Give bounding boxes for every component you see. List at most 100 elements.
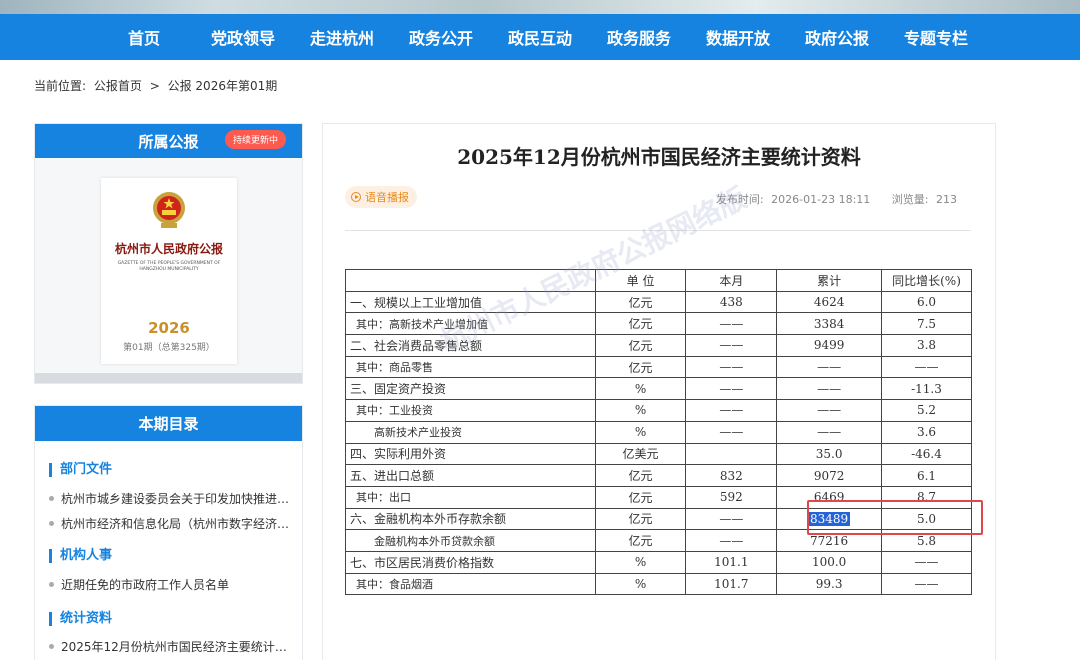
table-cell-unit: 亿元 bbox=[594, 529, 687, 552]
nav-item[interactable]: 政府公报 bbox=[788, 25, 887, 49]
table-cell-label: 七、市区居民消费价格指数 bbox=[345, 550, 596, 574]
table-row: 其中：高新技术产业增加值 亿元 —— 3384 7.5 bbox=[345, 312, 972, 336]
cover-shelf bbox=[35, 373, 302, 383]
table-cell-yoy: 3.6 bbox=[881, 420, 972, 444]
article-meta: 发布时间: 2026-01-23 18:11 浏览量: 213 bbox=[698, 191, 957, 207]
highlight-box bbox=[807, 500, 983, 535]
table-cell-month: 832 bbox=[685, 464, 778, 487]
views-count: 213 bbox=[936, 193, 957, 206]
breadcrumb: 当前位置: 公报首页 > 公报 2026年第01期 bbox=[34, 77, 281, 94]
column-header bbox=[345, 269, 596, 292]
table-cell-label: 二、社会消费品零售总额 bbox=[345, 334, 596, 357]
table-cell-month: 101.1 bbox=[685, 550, 778, 574]
gazette-cover[interactable]: 杭州市人民政府公报 GAZETTE OF THE PEOPLE'S GOVERN… bbox=[101, 178, 237, 364]
toc-item[interactable]: 2025年12月份杭州市国民经济主要统计资料 bbox=[49, 638, 294, 655]
table-cell-yoy: 3.8 bbox=[881, 334, 972, 357]
play-icon bbox=[351, 192, 361, 202]
table-cell-month: —— bbox=[685, 377, 778, 401]
cover-issue: 第01期（总第325期） bbox=[123, 343, 215, 353]
column-header: 同比增长(%) bbox=[881, 269, 972, 292]
table-cell-month: —— bbox=[685, 399, 778, 422]
table-cell-month: 438 bbox=[685, 290, 778, 314]
nav-item[interactable]: 政民互动 bbox=[491, 25, 590, 49]
nav-item[interactable]: 首页 bbox=[95, 25, 194, 49]
table-cell-month: —— bbox=[685, 334, 778, 357]
voice-broadcast-label: 语音播报 bbox=[365, 191, 409, 204]
breadcrumb-home-link[interactable]: 公报首页 bbox=[94, 79, 142, 93]
table-cell-unit: 亿元 bbox=[594, 507, 687, 531]
table-row: 高新技术产业投资% —— —— 3.6 bbox=[345, 420, 972, 444]
nav-item[interactable]: 政务公开 bbox=[392, 25, 491, 49]
table-row: 三、固定资产投资% —— —— -11.3 bbox=[345, 377, 972, 401]
table-cell-month: —— bbox=[685, 507, 778, 531]
top-banner-strip bbox=[0, 0, 1080, 14]
breadcrumb-current: 公报 2026年第01期 bbox=[167, 79, 278, 93]
toc-item[interactable]: 杭州市经济和信息化局（杭州市数字经济局）关于印发的通知 bbox=[49, 515, 294, 532]
nav-item[interactable]: 专题专栏 bbox=[887, 25, 986, 49]
table-cell-month bbox=[685, 442, 778, 466]
table-cell-unit: % bbox=[594, 420, 687, 444]
table-cell-cum: 4624 bbox=[776, 290, 882, 314]
table-cell-label: 四、实际利用外资 bbox=[345, 442, 596, 466]
table-cell-label: 其中：食品烟酒 bbox=[345, 572, 596, 596]
table-cell-cum: 100.0 bbox=[776, 550, 882, 574]
views-label: 浏览量: bbox=[891, 193, 929, 206]
table-cell-cum: 3384 bbox=[776, 312, 882, 336]
table-cell-yoy: 6.1 bbox=[881, 464, 972, 487]
table-row: 五、进出口总额 亿元 832 9072 6.1 bbox=[345, 464, 972, 487]
nav-item[interactable]: 党政领导 bbox=[194, 25, 293, 49]
article-title: 2025年12月份杭州市国民经济主要统计资料 bbox=[457, 145, 861, 169]
nav-item[interactable]: 政务服务 bbox=[590, 25, 689, 49]
table-cell-month: —— bbox=[685, 420, 778, 444]
table-cell-label: 其中：工业投资 bbox=[345, 399, 596, 422]
table-cell-label: 一、规模以上工业增加值 bbox=[345, 290, 596, 314]
gazette-card-header: 所属公报 持续更新中 bbox=[35, 124, 302, 158]
table-cell-unit: 亿元 bbox=[594, 485, 687, 509]
table-cell-yoy: 7.5 bbox=[881, 312, 972, 336]
column-header: 本月 bbox=[685, 269, 778, 292]
toc-item[interactable]: 近期任免的市政府工作人员名单 bbox=[49, 576, 294, 593]
table-cell-label: 其中：高新技术产业增加值 bbox=[345, 312, 596, 336]
column-header: 累计 bbox=[776, 269, 882, 292]
gazette-card: 所属公报 持续更新中 杭州市人民政府公报 GAZETTE OF THE PEOP… bbox=[34, 123, 303, 384]
toc-section-heading: 统计资料 bbox=[49, 612, 112, 626]
toc-section-heading: 部门文件 bbox=[49, 463, 112, 477]
table-row: 其中：商品零售 亿元 —— —— —— bbox=[345, 355, 972, 379]
table-cell-month: —— bbox=[685, 312, 778, 336]
statistics-table: 单 位本月 累计 同比增长(%) 一、规模以上工业增加值 亿元 438 4624 6.0 其中：… bbox=[345, 269, 972, 596]
table-cell-month: —— bbox=[685, 355, 778, 379]
table-cell-yoy: 5.2 bbox=[881, 399, 972, 422]
table-row: 二、社会消费品零售总额 亿元 —— 9499 3.8 bbox=[345, 334, 972, 357]
table-cell-cum: —— bbox=[776, 355, 882, 379]
table-cell-yoy: 6.0 bbox=[881, 290, 972, 314]
table-cell-unit: % bbox=[594, 550, 687, 574]
breadcrumb-separator: > bbox=[149, 79, 160, 93]
table-cell-label: 五、进出口总额 bbox=[345, 464, 596, 487]
table-cell-cum: 99.3 bbox=[776, 572, 882, 596]
table-cell-cum: 9072 bbox=[776, 464, 882, 487]
toc-item[interactable]: 杭州市城乡建设委员会关于印发加快推进建筑业高质量发展实施意见的通知 bbox=[49, 490, 294, 507]
publish-label: 发布时间: bbox=[715, 193, 764, 206]
cover-subtitle: GAZETTE OF THE PEOPLE'S GOVERNMENT OF HA… bbox=[117, 261, 221, 272]
table-cell-unit: 亿元 bbox=[594, 355, 687, 379]
table-cell-cum: —— bbox=[776, 420, 882, 444]
nav-item[interactable]: 数据开放 bbox=[689, 25, 788, 49]
table-cell-unit: 亿元 bbox=[594, 334, 687, 357]
toc-section-heading: 机构人事 bbox=[49, 549, 112, 563]
voice-broadcast-button[interactable]: 语音播报 bbox=[345, 186, 417, 208]
nav-item[interactable]: 走进杭州 bbox=[293, 25, 392, 49]
national-emblem-icon bbox=[153, 192, 185, 228]
toc-card-header: 本期目录 bbox=[35, 406, 302, 441]
table-cell-label: 三、固定资产投资 bbox=[345, 377, 596, 401]
table-cell-label: 其中：出口 bbox=[345, 485, 596, 509]
table-cell-label: 六、金融机构本外币存款余额 bbox=[345, 507, 596, 531]
table-cell-cum: 9499 bbox=[776, 334, 882, 357]
table-cell-yoy: —— bbox=[881, 355, 972, 379]
table-cell-month: 101.7 bbox=[685, 572, 778, 596]
main-nav: 首页 党政领导 走进杭州 政务公开 政民互动 政务服务 数据开放 政府公报 专题专栏 bbox=[0, 14, 1080, 60]
table-cell-cum: —— bbox=[776, 377, 882, 401]
table-cell-unit: % bbox=[594, 399, 687, 422]
table-cell-cum: —— bbox=[776, 399, 882, 422]
table-header-row: 单 位本月 累计 同比增长(%) bbox=[345, 269, 972, 292]
table-cell-unit: 亿美元 bbox=[594, 442, 687, 466]
